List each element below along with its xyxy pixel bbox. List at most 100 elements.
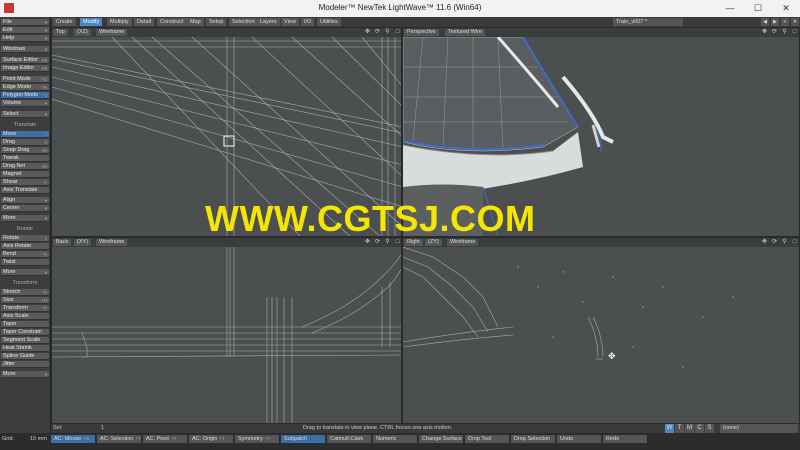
zoom-view-icon[interactable]: ⚲ [781, 29, 788, 36]
tab-setup[interactable]: Setup [206, 18, 227, 26]
tool-bend-button[interactable]: Bend ^y [1, 251, 49, 258]
tab-map[interactable]: Map [187, 18, 204, 26]
view-type-select[interactable]: Right [404, 239, 423, 246]
tool-shear-button[interactable]: Shear Y [1, 179, 49, 186]
zoom-view-icon[interactable]: ⚲ [384, 29, 391, 36]
tool-edge-mode-button[interactable]: Edge Mode ^H [1, 84, 49, 91]
tool-file-button[interactable]: File ▾ [1, 19, 49, 26]
surface-select[interactable]: (none) [720, 424, 798, 433]
toggle-m-button[interactable]: M [685, 424, 694, 433]
maximize-button[interactable]: ☐ [744, 0, 772, 17]
tool-select-button[interactable]: Select ▾ [1, 111, 49, 118]
tool-polygon-mode-button[interactable]: Polygon Mode ^J [1, 92, 49, 99]
toggle-w-button[interactable]: W [665, 424, 674, 433]
tab-layers[interactable]: Layers [257, 18, 280, 26]
shading-select[interactable]: Textured Wire [445, 29, 485, 36]
layer-menu-icon[interactable]: ▾ [791, 18, 799, 26]
minimize-button[interactable]: — [716, 0, 744, 17]
tool-drag-button[interactable]: Drag ^t [1, 139, 49, 146]
tool-taper-constrain-button[interactable]: Taper Constrain [1, 329, 49, 336]
ac-pivot-button[interactable]: AC: Pivot +T [143, 435, 187, 443]
tab-utilities[interactable]: Utilities [317, 18, 341, 26]
viewport-back[interactable]: Back (XY) Wireframe ✥ ⟳ ⚲ □ [51, 237, 402, 424]
shading-select[interactable]: Wireframe [447, 239, 479, 246]
tab-detail[interactable]: Detail [134, 18, 155, 26]
view-type-select[interactable]: Top [53, 29, 68, 36]
numeric-button[interactable]: Numeric [373, 435, 417, 443]
tool-more-button[interactable]: More ▾ [1, 371, 49, 378]
tool-segment-scale-button[interactable]: Segment Scale [1, 337, 49, 344]
tool-more-button[interactable]: More ▾ [1, 269, 49, 276]
undo-button[interactable]: Undo [557, 435, 601, 443]
tool-image-editor-button[interactable]: Image Editor F6 [1, 65, 49, 72]
layer-prev-icon[interactable]: ◀ [761, 18, 769, 26]
tool-point-mode-button[interactable]: Point Mode ^G [1, 76, 49, 83]
tool-tweak-button[interactable]: Tweak [1, 155, 49, 162]
move-view-icon[interactable]: ✥ [761, 239, 768, 246]
rotate-view-icon[interactable]: ⟳ [771, 239, 778, 246]
layer-next-icon[interactable]: ▶ [771, 18, 779, 26]
tool-edit-button[interactable]: Edit ▾ [1, 27, 49, 34]
tool-snap-drag-button[interactable]: Snap Drag +G [1, 147, 49, 154]
move-view-icon[interactable]: ✥ [761, 29, 768, 36]
ac-mouse-button[interactable]: AC: Mouse +R [51, 435, 95, 443]
tool-axis-translate-button[interactable]: Axis Translate [1, 187, 49, 194]
tab-multiply[interactable]: Multiply [107, 18, 132, 26]
toggle-t-button[interactable]: T [675, 424, 684, 433]
tool-taper-button[interactable]: Taper [1, 321, 49, 328]
ac-selection-button[interactable]: AC: Selection +T [97, 435, 141, 443]
tool-rotate-button[interactable]: Rotate y [1, 235, 49, 242]
shading-select[interactable]: Wireframe [96, 239, 128, 246]
redo-button[interactable]: Redo [603, 435, 647, 443]
move-view-icon[interactable]: ✥ [364, 239, 371, 246]
move-view-icon[interactable]: ✥ [364, 29, 371, 36]
toggle-s-button[interactable]: S [705, 424, 714, 433]
tab-construct[interactable]: Construct [157, 18, 187, 26]
rotate-view-icon[interactable]: ⟳ [374, 239, 381, 246]
rotate-view-icon[interactable]: ⟳ [771, 29, 778, 36]
tab-create[interactable]: Create [53, 18, 76, 26]
maximize-view-icon[interactable]: □ [791, 29, 798, 36]
tool-surface-editor-button[interactable]: Surface Editor F5 [1, 57, 49, 64]
tab-view[interactable]: View [281, 18, 299, 26]
zoom-view-icon[interactable]: ⚲ [781, 239, 788, 246]
tool-windows-button[interactable]: Windows ▾ [1, 46, 49, 53]
tool-align-button[interactable]: Align ▾ [1, 197, 49, 204]
toggle-c-button[interactable]: C [695, 424, 704, 433]
ac-origin-button[interactable]: AC: Origin +T [189, 435, 233, 443]
drop-tool-button[interactable]: Drop Tool [465, 435, 509, 443]
tool-magnet-button[interactable]: Magnet [1, 171, 49, 178]
tool-help-button[interactable]: Help ▾ [1, 35, 49, 42]
tool-jitter-button[interactable]: Jitter [1, 361, 49, 368]
tool-twist-button[interactable]: Twist [1, 259, 49, 266]
tool-spline-guide-button[interactable]: Spline Guide [1, 353, 49, 360]
maximize-view-icon[interactable]: □ [394, 29, 401, 36]
maximize-view-icon[interactable]: □ [394, 239, 401, 246]
change-surface-button[interactable]: Change Surface [419, 435, 463, 443]
tool-move-button[interactable]: Move t [1, 131, 49, 138]
zoom-view-icon[interactable]: ⚲ [384, 239, 391, 246]
drop-selection-button[interactable]: Drop Selection [511, 435, 555, 443]
subpatch-button[interactable]: Subpatch [281, 435, 325, 443]
tool-axis-rotate-button[interactable]: Axis Rotate [1, 243, 49, 250]
tool-stretch-button[interactable]: Stretch ^h [1, 289, 49, 296]
layer-dropdown[interactable]: Train_v007 * [613, 18, 683, 26]
tool-drag-net-button[interactable]: Drag Net +G [1, 163, 49, 170]
layer-add-icon[interactable]: + [781, 18, 789, 26]
tool-volume-button[interactable]: Volume ▾ [1, 100, 49, 107]
maximize-view-icon[interactable]: □ [791, 239, 798, 246]
view-type-select[interactable]: Back [53, 239, 72, 246]
viewport-right[interactable]: Right (ZY) Wireframe ✥ ⟳ ⚲ □ ✥ [402, 237, 800, 424]
close-button[interactable]: ✕ [772, 0, 800, 17]
tool-more-button[interactable]: More ▾ [1, 215, 49, 222]
tab-selection[interactable]: Selection [229, 18, 258, 26]
shading-select[interactable]: Wireframe [96, 29, 128, 36]
tool-size-button[interactable]: Size +H [1, 297, 49, 304]
tool-axis-scale-button[interactable]: Axis Scale [1, 313, 49, 320]
view-type-select[interactable]: Perspective [404, 29, 439, 36]
tab-modify[interactable]: Modify [80, 18, 103, 26]
tool-transform-button[interactable]: Transform ^T [1, 305, 49, 312]
tool-heat-shrink-button[interactable]: Heat Shrink [1, 345, 49, 352]
rotate-view-icon[interactable]: ⟳ [374, 29, 381, 36]
tool-center-button[interactable]: Center ▾ [1, 205, 49, 212]
